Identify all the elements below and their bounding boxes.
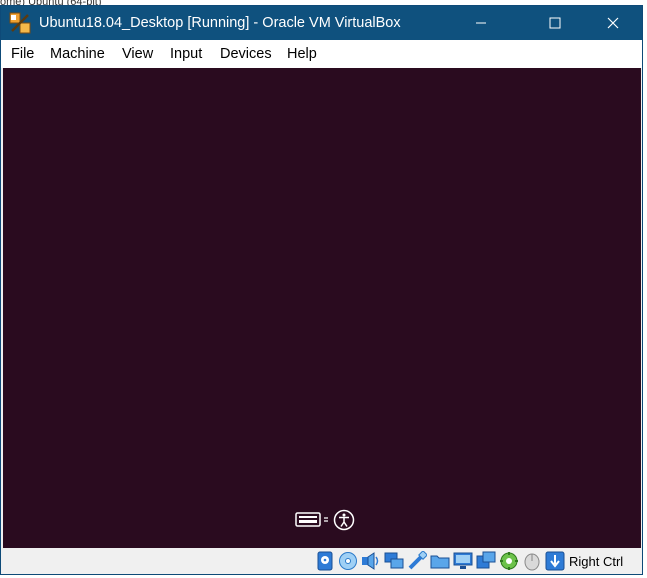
- menu-machine[interactable]: Machine: [50, 46, 105, 62]
- close-button[interactable]: [590, 6, 636, 40]
- host-key-arrow-icon[interactable]: [545, 551, 565, 571]
- menu-file[interactable]: File: [11, 46, 34, 62]
- maximize-icon: [549, 17, 561, 29]
- network-icon[interactable]: [384, 551, 404, 571]
- display-icon[interactable]: [453, 551, 473, 571]
- usb-icon[interactable]: [407, 551, 427, 571]
- close-icon: [607, 17, 619, 29]
- audio-icon[interactable]: [361, 551, 381, 571]
- optical-drive-icon[interactable]: [338, 551, 358, 571]
- maximize-button[interactable]: [532, 6, 578, 40]
- menu-help[interactable]: Help: [287, 46, 317, 62]
- host-key-label: Right Ctrl: [569, 554, 624, 569]
- shared-folders-icon[interactable]: [430, 551, 450, 571]
- hard-disk-icon[interactable]: [315, 551, 335, 571]
- guest-display[interactable]: [3, 68, 641, 548]
- menu-devices[interactable]: Devices: [220, 46, 272, 62]
- minimize-icon: [476, 22, 486, 24]
- menu-bar: File Machine View Input Devices Help: [1, 40, 642, 68]
- keyboard-accessibility-icon[interactable]: [295, 508, 355, 532]
- video-capture-icon[interactable]: [476, 551, 496, 571]
- title-bar[interactable]: Ubuntu18.04_Desktop [Running] - Oracle V…: [1, 6, 642, 40]
- status-bar: Right Ctrl: [1, 548, 642, 574]
- virtualbox-window: Ubuntu18.04_Desktop [Running] - Oracle V…: [0, 5, 643, 575]
- menu-view[interactable]: View: [122, 46, 153, 62]
- virtualbox-app-icon: [9, 12, 31, 34]
- menu-input[interactable]: Input: [170, 46, 202, 62]
- window-title: Ubuntu18.04_Desktop [Running] - Oracle V…: [39, 15, 401, 31]
- minimize-button[interactable]: [458, 6, 504, 40]
- mouse-integration-icon[interactable]: [522, 551, 542, 571]
- guest-additions-icon[interactable]: [499, 551, 519, 571]
